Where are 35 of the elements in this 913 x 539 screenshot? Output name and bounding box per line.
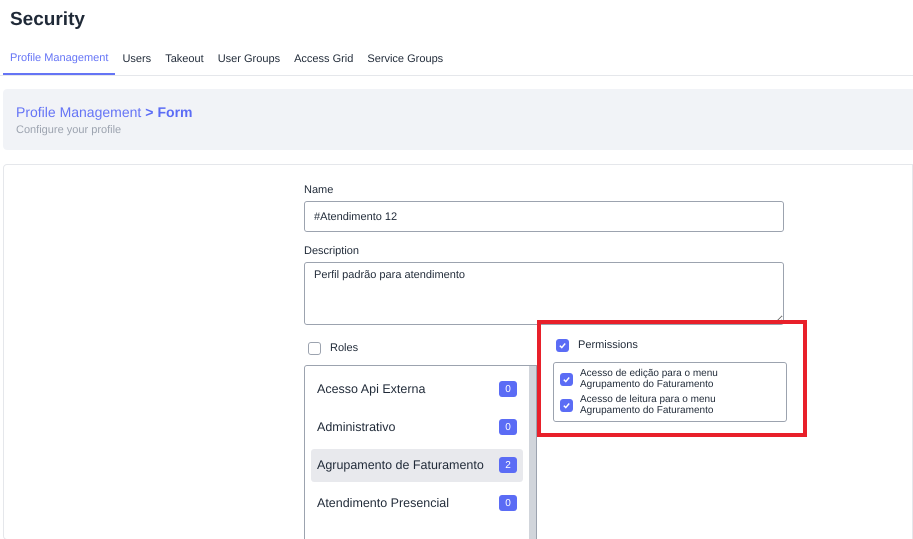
field-label: Description [304, 244, 360, 258]
checkbox[interactable] [308, 342, 321, 354]
check-icon [562, 400, 571, 410]
count-badge: 0 [499, 495, 517, 511]
breadcrumb-current: Form [157, 103, 192, 121]
tab[interactable]: Service Groups [360, 44, 450, 75]
roles-label: Roles [330, 340, 358, 356]
breadcrumb-link[interactable]: Profile Management [16, 103, 142, 121]
permission-label: Acesso de leitura para o menu Agrupamento do Faturamento [580, 394, 717, 416]
name-field[interactable]: #Atendimento 12 [304, 201, 784, 232]
tab[interactable]: Profile Management [3, 44, 116, 75]
checkbox[interactable] [560, 372, 573, 386]
count-badge: 0 [499, 419, 517, 435]
role-item[interactable]: Atendimento Presencial 0 [311, 486, 523, 520]
tab[interactable]: User Groups [210, 44, 288, 75]
count-badge: 0 [499, 381, 517, 397]
check-icon [558, 340, 567, 350]
tab[interactable]: Users [115, 44, 158, 75]
check-icon [562, 374, 571, 384]
scrollbar[interactable] [529, 366, 536, 539]
field-label: Name [304, 183, 334, 197]
role-item[interactable]: Agrupamento de Faturamento 2 [311, 448, 523, 482]
permission-label: Acesso de edição para o menu Agrupamento do Faturamento [580, 368, 719, 390]
permissions-label: Permissions [578, 338, 638, 353]
description-field[interactable]: Perfil padrão para atendimento [304, 262, 784, 325]
breadcrumb-subtitle: Configure your profile [16, 123, 122, 138]
role-item[interactable]: Acesso Api Externa 0 [311, 372, 523, 406]
tab[interactable]: Access Grid [287, 44, 360, 75]
page-title: Security [10, 8, 86, 32]
tab[interactable]: Takeout [158, 44, 211, 75]
checkbox[interactable] [556, 338, 569, 352]
checkbox[interactable] [560, 398, 573, 412]
count-badge: 2 [499, 457, 517, 473]
role-item[interactable]: Administrativo 0 [311, 410, 523, 444]
breadcrumb-separator: > [145, 103, 154, 121]
